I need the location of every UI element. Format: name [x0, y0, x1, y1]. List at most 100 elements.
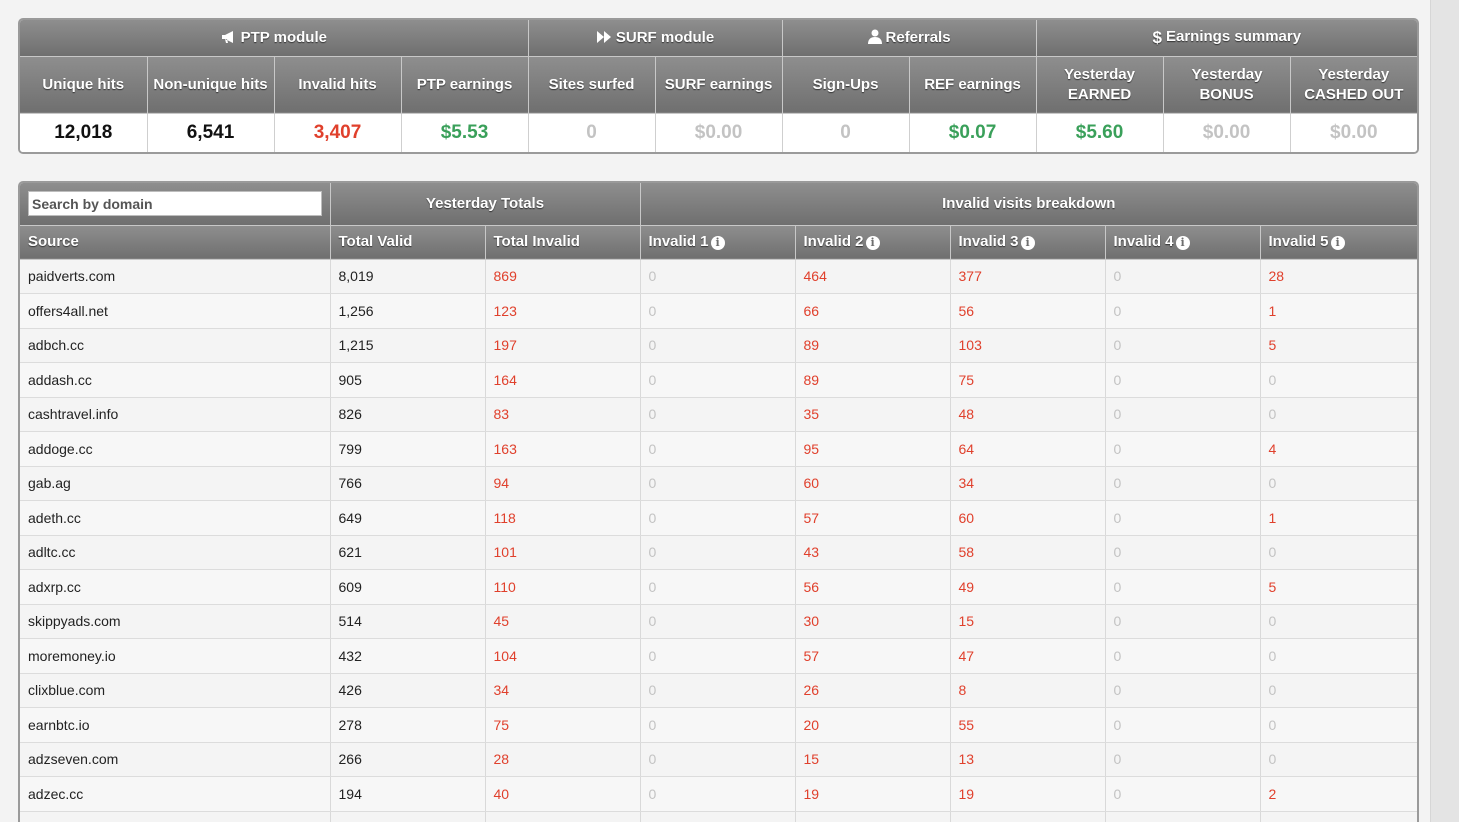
cell-invalid-1: 0	[640, 466, 796, 501]
cell-invalid-5: 0	[1260, 707, 1417, 743]
cell-total-valid: 649	[330, 500, 486, 536]
cell-total-invalid: 40	[485, 776, 641, 812]
value-yesterday-earned: $5.60	[1036, 113, 1164, 152]
cell-total-valid: 609	[330, 569, 486, 605]
stats-summary-table: PTP module SURF module Referrals $ Earnin…	[20, 20, 1417, 152]
table-row: clixblue.com 426 34 0 26 8 0 0	[20, 673, 1417, 708]
cell-total-valid: 194	[330, 776, 486, 812]
cell-invalid-3: 55	[950, 707, 1106, 743]
cell-source: offers4all.net	[20, 293, 331, 329]
fast-forward-icon	[596, 30, 611, 43]
table-row: adzec.cc 194 40 0 19 19 0 2	[20, 776, 1417, 812]
cell-invalid-5: 0	[1260, 638, 1417, 674]
cell-invalid-3: 64	[950, 431, 1106, 467]
dollar-icon: $	[1152, 28, 1162, 48]
group-header-referrals: Referrals	[782, 20, 1037, 57]
cell-invalid-4: 0	[1105, 604, 1261, 639]
col-invalid-4[interactable]: Invalid 4i	[1105, 225, 1261, 260]
cell-total-valid: 766	[330, 466, 486, 501]
megaphone-icon	[221, 30, 233, 43]
cell-source: clixblue.com	[20, 673, 331, 708]
value-ref-earnings: $0.07	[909, 113, 1037, 152]
cell-invalid-2: 95	[795, 431, 951, 467]
cell-invalid-1: 0	[640, 362, 796, 398]
cell-invalid-5: 5	[1260, 569, 1417, 605]
value-surf-earnings: $0.00	[655, 113, 783, 152]
group-header-yesterday-totals: Yesterday Totals	[330, 183, 641, 226]
cell-invalid-4: 0	[1105, 293, 1261, 329]
cell-invalid-3: 58	[950, 535, 1106, 570]
cell-invalid-2: 19	[795, 776, 951, 812]
info-icon[interactable]: i	[710, 236, 725, 250]
cell-invalid-5: 0	[1260, 673, 1417, 708]
col-invalid-1[interactable]: Invalid 1i	[640, 225, 796, 260]
cell-source: skippyads.com	[20, 604, 331, 639]
cell-total-invalid: 164	[485, 362, 641, 398]
table-row: adbch.cc 1,215 197 0 89 103 0 5	[20, 328, 1417, 363]
info-icon[interactable]: i	[1175, 236, 1190, 250]
cell-total-invalid: 34	[485, 673, 641, 708]
cell-total-invalid: 101	[485, 535, 641, 570]
col-invalid-2[interactable]: Invalid 2i	[795, 225, 951, 260]
cell-source: addoge.cc	[20, 431, 331, 467]
cell-invalid-5: 0	[1260, 397, 1417, 432]
cell-invalid-1: 0	[640, 431, 796, 467]
cell-invalid-2: 57	[795, 638, 951, 674]
cell-invalid-2: 30	[795, 604, 951, 639]
cell-total-valid: 826	[330, 397, 486, 432]
info-icon[interactable]: i	[1020, 236, 1035, 250]
col-invalid-5[interactable]: Invalid 5i	[1260, 225, 1417, 260]
search-input[interactable]	[28, 191, 322, 217]
cell-invalid-5: 2	[1260, 776, 1417, 812]
col-yesterday-bonus: Yesterday BONUS	[1163, 56, 1291, 114]
col-sites-surfed: Sites surfed	[528, 56, 656, 114]
cell-invalid-3: 103	[950, 328, 1106, 363]
cell-invalid-3: 13	[950, 742, 1106, 777]
table-row: paidverts.com 8,019 869 0 464 377 0 28	[20, 259, 1417, 294]
cell-invalid-3: 377	[950, 259, 1106, 294]
cell-invalid-5: 0	[1260, 742, 1417, 777]
value-unique-hits: 12,018	[20, 113, 148, 152]
table-row: adzseven.com 266 28 0 15 13 0 0	[20, 742, 1417, 777]
info-icon[interactable]: i	[1330, 236, 1345, 250]
cell-invalid-4: 0	[1105, 500, 1261, 536]
cell-invalid-4: 0	[1105, 328, 1261, 363]
table-row: adxrp.cc 609 110 0 56 49 0 5	[20, 569, 1417, 605]
cell-invalid-4: 0	[1105, 707, 1261, 743]
group-header-earnings: $ Earnings summary	[1036, 20, 1417, 57]
traffic-sources-table: Yesterday Totals Invalid visits breakdow…	[20, 183, 1417, 822]
page-scrollbar-gutter[interactable]	[1430, 0, 1459, 822]
table-row: addash.cc 905 164 0 89 75 0 0	[20, 362, 1417, 398]
cell-invalid-4: 0	[1105, 259, 1261, 294]
cell-invalid-1: 0	[640, 535, 796, 570]
cell-invalid-3: 75	[950, 362, 1106, 398]
search-cell	[20, 183, 331, 226]
cell-invalid-3: 56	[950, 293, 1106, 329]
cell-invalid-4: 0	[1105, 742, 1261, 777]
cell-source: cashtravel.info	[20, 397, 331, 432]
cell-source: gab.ag	[20, 466, 331, 501]
cell-invalid-2: 20	[795, 707, 951, 743]
col-source[interactable]: Source	[20, 225, 331, 260]
value-yesterday-bonus: $0.00	[1163, 113, 1291, 152]
cell-invalid-2: 60	[795, 466, 951, 501]
value-non-unique-hits: 6,541	[147, 113, 275, 152]
value-invalid-hits: 3,407	[274, 113, 402, 152]
cell-invalid-1: 0	[640, 569, 796, 605]
cell-invalid-1: 0	[640, 604, 796, 639]
group-header-surf: SURF module	[528, 20, 783, 57]
cell-invalid-2: 15	[795, 742, 951, 777]
cell-invalid-1: 0	[640, 397, 796, 432]
cell-total-invalid: 163	[485, 431, 641, 467]
col-total-invalid[interactable]: Total Invalid	[485, 225, 641, 260]
info-icon[interactable]: i	[865, 236, 880, 250]
cell-source	[20, 811, 331, 822]
cell-invalid-1: 0	[640, 673, 796, 708]
cell-invalid-1: 0	[640, 328, 796, 363]
cell-invalid-5: 0	[1260, 604, 1417, 639]
col-invalid-3[interactable]: Invalid 3i	[950, 225, 1106, 260]
cell-invalid-4: 0	[1105, 362, 1261, 398]
cell-total-invalid: 104	[485, 638, 641, 674]
col-total-valid[interactable]: Total Valid	[330, 225, 486, 260]
cell-total-invalid: 83	[485, 397, 641, 432]
